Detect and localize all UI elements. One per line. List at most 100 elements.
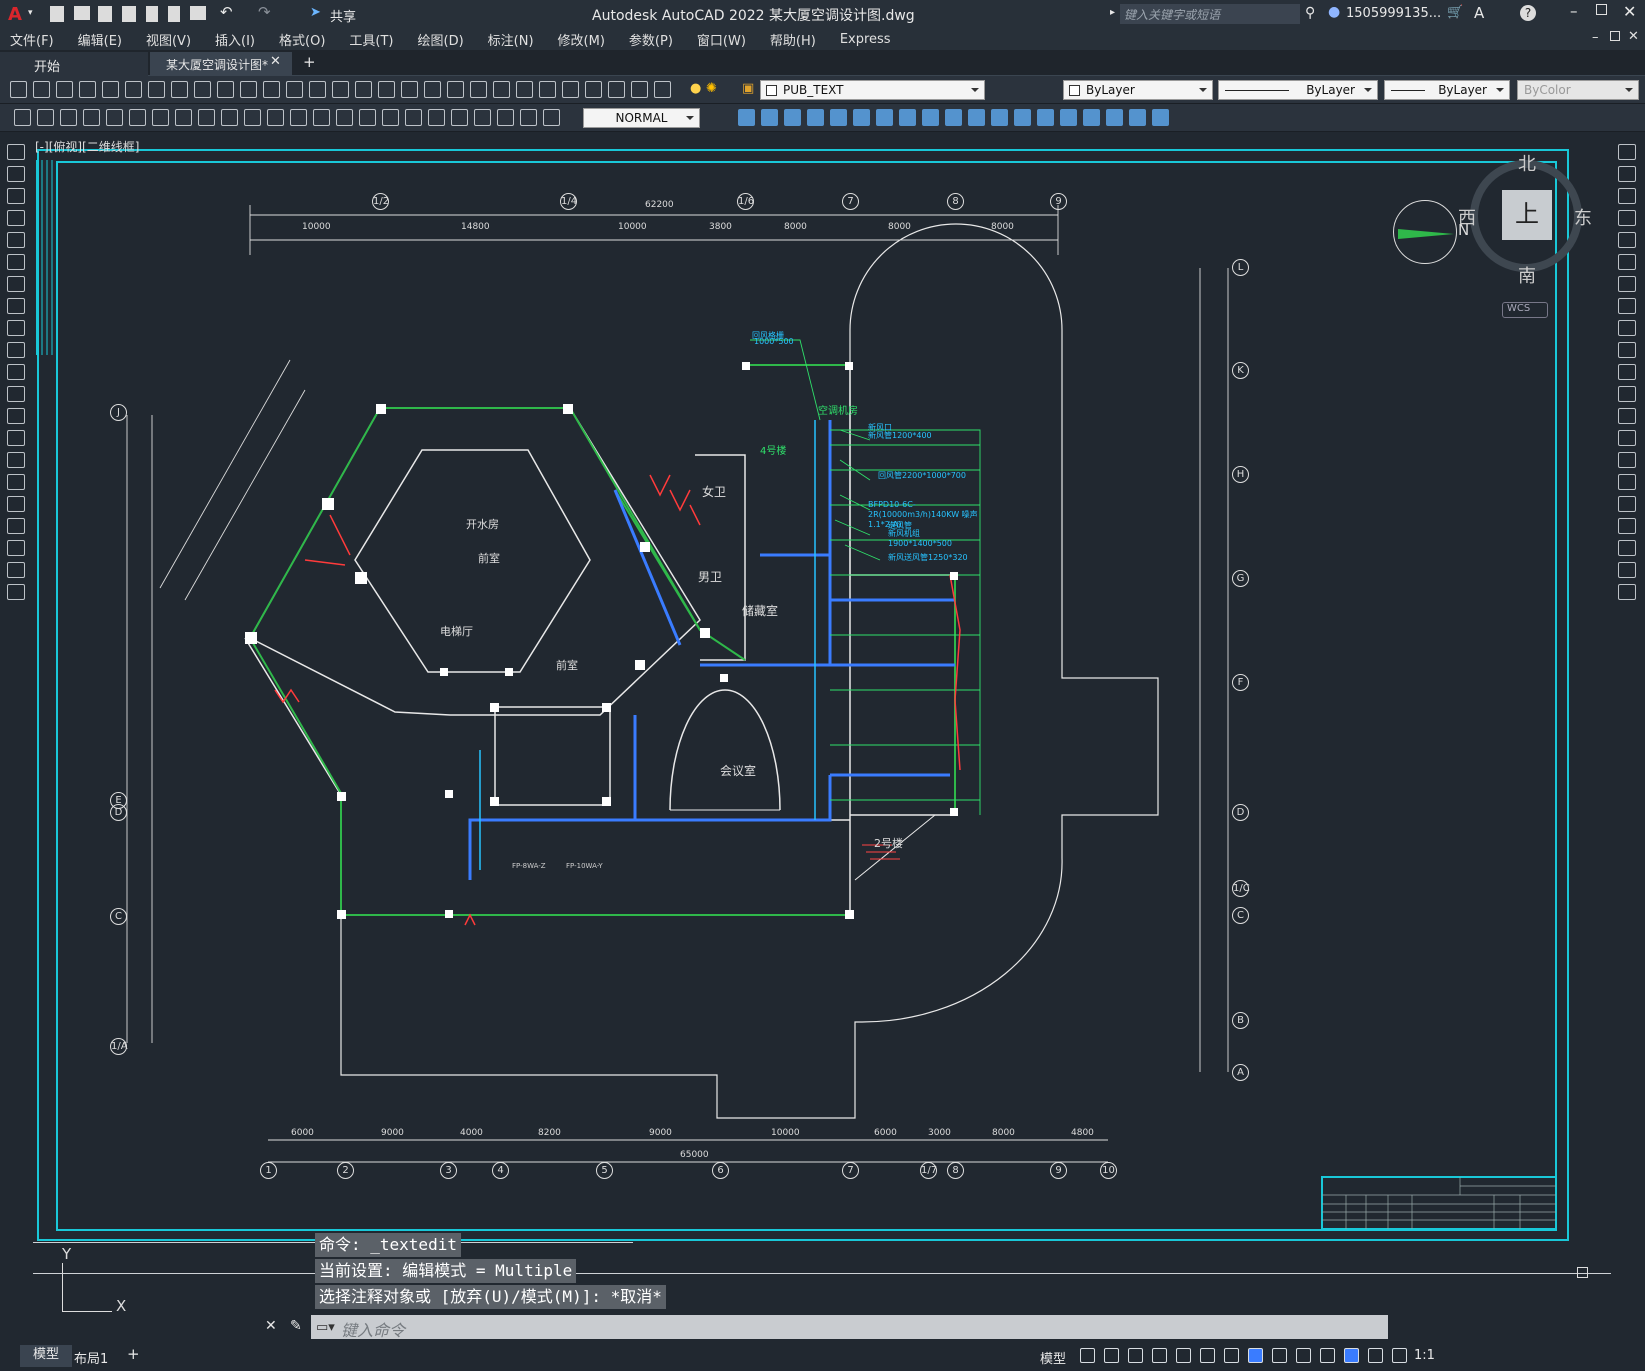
modify-side-tool-18-icon[interactable] xyxy=(1618,518,1636,534)
draw-tool-2-icon[interactable] xyxy=(7,166,25,182)
compass-south[interactable]: 南 xyxy=(1518,262,1536,288)
autodesk-icon[interactable]: A xyxy=(1474,4,1484,22)
standard-tool-20-icon[interactable] xyxy=(447,81,464,98)
dimension-tool-4-icon[interactable] xyxy=(83,109,100,126)
tab-layout1[interactable]: 布局1 xyxy=(74,1348,108,1367)
draw-tool-11-icon[interactable] xyxy=(7,364,25,380)
menu-window[interactable]: 窗口(W) xyxy=(697,30,746,49)
modify-side-tool-5-icon[interactable] xyxy=(1618,232,1636,248)
standard-tool-23-icon[interactable] xyxy=(516,81,533,98)
modify-side-tool-2-icon[interactable] xyxy=(1618,166,1636,182)
plotstyle-dropdown[interactable]: ByColor xyxy=(1517,80,1639,100)
dimension-tool-8-icon[interactable] xyxy=(175,109,192,126)
draw-tool-18-icon[interactable] xyxy=(7,518,25,534)
standard-tool-15-icon[interactable] xyxy=(332,81,349,98)
redo-icon[interactable]: ↷ xyxy=(258,3,271,21)
standard-tool-11-icon[interactable] xyxy=(240,81,257,98)
standard-tool-6-icon[interactable] xyxy=(125,81,142,98)
dimension-tool-2-icon[interactable] xyxy=(37,109,54,126)
command-prompt-icon[interactable]: ▭▾ xyxy=(316,1320,335,1335)
modify-tool-7-icon[interactable] xyxy=(876,109,893,126)
sun-icon[interactable]: ✺ xyxy=(706,81,717,96)
dimension-tool-10-icon[interactable] xyxy=(221,109,238,126)
draw-tool-1-icon[interactable] xyxy=(7,144,25,160)
add-layout-icon[interactable]: + xyxy=(127,1345,140,1363)
draw-tool-6-icon[interactable] xyxy=(7,254,25,270)
wcs-menu[interactable]: WCS xyxy=(1502,302,1548,318)
draw-tool-17-icon[interactable] xyxy=(7,496,25,512)
draw-tool-7-icon[interactable] xyxy=(7,276,25,292)
dimension-tool-15-icon[interactable] xyxy=(336,109,353,126)
dimension-tool-13-icon[interactable] xyxy=(290,109,307,126)
draw-tool-3-icon[interactable] xyxy=(7,188,25,204)
search-arrow-icon[interactable]: ▸ xyxy=(1110,7,1115,18)
standard-tool-1-icon[interactable] xyxy=(10,81,27,98)
modify-side-tool-21-icon[interactable] xyxy=(1618,584,1636,600)
modify-side-tool-9-icon[interactable] xyxy=(1618,320,1636,336)
dimension-tool-20-icon[interactable] xyxy=(451,109,468,126)
standard-tool-4-icon[interactable] xyxy=(79,81,96,98)
menu-edit[interactable]: 编辑(E) xyxy=(78,30,122,49)
draw-tool-16-icon[interactable] xyxy=(7,474,25,490)
modify-tool-12-icon[interactable] xyxy=(991,109,1008,126)
standard-tool-29-icon[interactable] xyxy=(654,81,671,98)
dimension-tool-17-icon[interactable] xyxy=(382,109,399,126)
standard-tool-7-icon[interactable] xyxy=(148,81,165,98)
dimension-tool-21-icon[interactable] xyxy=(474,109,491,126)
share-button[interactable]: 共享 xyxy=(330,6,356,25)
modify-tool-3-icon[interactable] xyxy=(784,109,801,126)
viewport-label[interactable]: [-][俯视][二维线框] xyxy=(35,138,139,155)
status-toggle-2-icon[interactable] xyxy=(1104,1348,1119,1363)
dimension-tool-24-icon[interactable] xyxy=(543,109,560,126)
standard-tool-16-icon[interactable] xyxy=(355,81,372,98)
dimension-tool-1-icon[interactable] xyxy=(14,109,31,126)
modify-side-tool-10-icon[interactable] xyxy=(1618,342,1636,358)
lineweight-dropdown[interactable]: ByLayer xyxy=(1384,80,1510,100)
dimension-tool-5-icon[interactable] xyxy=(106,109,123,126)
modify-tool-6-icon[interactable] xyxy=(853,109,870,126)
modify-tool-18-icon[interactable] xyxy=(1129,109,1146,126)
help-icon[interactable]: ? xyxy=(1520,5,1536,21)
modify-tool-9-icon[interactable] xyxy=(922,109,939,126)
standard-tool-19-icon[interactable] xyxy=(424,81,441,98)
search-input[interactable]: 键入关键字或短语 xyxy=(1120,4,1300,24)
modify-side-tool-17-icon[interactable] xyxy=(1618,496,1636,512)
modify-side-tool-6-icon[interactable] xyxy=(1618,254,1636,270)
draw-tool-4-icon[interactable] xyxy=(7,210,25,226)
standard-tool-24-icon[interactable] xyxy=(539,81,556,98)
draw-tool-15-icon[interactable] xyxy=(7,452,25,468)
user-icon[interactable]: ● xyxy=(1328,4,1340,20)
standard-tool-22-icon[interactable] xyxy=(493,81,510,98)
draw-tool-13-icon[interactable] xyxy=(7,408,25,424)
modify-tool-5-icon[interactable] xyxy=(830,109,847,126)
modify-tool-8-icon[interactable] xyxy=(899,109,916,126)
dimension-tool-19-icon[interactable] xyxy=(428,109,445,126)
status-toggle-4-icon[interactable] xyxy=(1152,1348,1167,1363)
new-icon[interactable] xyxy=(50,6,64,22)
status-toggle-13-icon[interactable] xyxy=(1368,1348,1383,1363)
standard-tool-28-icon[interactable] xyxy=(631,81,648,98)
dimension-tool-7-icon[interactable] xyxy=(152,109,169,126)
modify-tool-10-icon[interactable] xyxy=(945,109,962,126)
standard-tool-21-icon[interactable] xyxy=(470,81,487,98)
doc-close-icon[interactable]: ✕ xyxy=(1628,29,1639,44)
modify-side-tool-7-icon[interactable] xyxy=(1618,276,1636,292)
draw-tool-19-icon[interactable] xyxy=(7,540,25,556)
app-menu-arrow-icon[interactable]: ▾ xyxy=(28,8,33,18)
draw-tool-14-icon[interactable] xyxy=(7,430,25,446)
modify-tool-4-icon[interactable] xyxy=(807,109,824,126)
standard-tool-13-icon[interactable] xyxy=(286,81,303,98)
model-space-button[interactable]: 模型 xyxy=(1040,1348,1066,1367)
save-as-icon[interactable] xyxy=(122,6,136,22)
dimension-tool-3-icon[interactable] xyxy=(60,109,77,126)
compass-north[interactable]: 北 xyxy=(1518,150,1536,176)
menu-help[interactable]: 帮助(H) xyxy=(770,30,816,49)
standard-tool-9-icon[interactable] xyxy=(194,81,211,98)
draw-tool-21-icon[interactable] xyxy=(7,584,25,600)
dimension-tool-11-icon[interactable] xyxy=(244,109,261,126)
draw-tool-20-icon[interactable] xyxy=(7,562,25,578)
standard-tool-8-icon[interactable] xyxy=(171,81,188,98)
modify-side-tool-15-icon[interactable] xyxy=(1618,452,1636,468)
dimension-tool-9-icon[interactable] xyxy=(198,109,215,126)
modify-tool-19-icon[interactable] xyxy=(1152,109,1169,126)
